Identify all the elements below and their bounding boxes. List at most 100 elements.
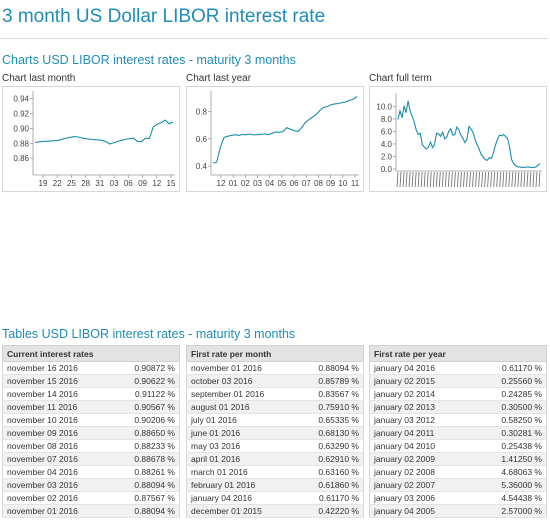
- x-tick-label: [517, 171, 520, 188]
- date-cell: november 02 2016: [2, 491, 112, 505]
- rate-cell: 0.88094 %: [111, 478, 180, 492]
- rate-cell: 4.54438 %: [473, 491, 547, 505]
- table-row: november 10 2016 0.90206 %: [2, 413, 180, 427]
- x-tick-label: [417, 171, 420, 188]
- x-tick-label: [520, 171, 523, 188]
- x-tick-label: 03: [110, 179, 119, 188]
- rate-cell: 2.57000 %: [473, 504, 547, 518]
- chart-last-month[interactable]: 0.94 0.92 0.90 0.88 0.86 19 22 25 28 31 03 06 09 12 15: [2, 86, 180, 192]
- chart-full-term[interactable]: 10.0 8.0 6.0 4.0 2.0 0.0: [369, 86, 547, 192]
- x-tick-label: [435, 171, 438, 188]
- date-cell: november 11 2016: [2, 400, 112, 414]
- x-tick-label: [459, 171, 462, 188]
- tables-section-title: Tables USD LIBOR interest rates - maturi…: [2, 327, 296, 341]
- rate-cell: 0.25438 %: [473, 439, 547, 453]
- x-tick-label: [447, 171, 450, 188]
- date-cell: november 07 2016: [2, 452, 112, 466]
- x-tick-label: [535, 171, 538, 188]
- x-tick-label: [529, 171, 532, 188]
- y-tick-label: 0.0: [381, 165, 393, 174]
- date-cell: november 08 2016: [2, 439, 112, 453]
- x-tick-label: [481, 171, 484, 188]
- table-header: Current interest rates: [2, 345, 180, 362]
- table-row: january 02 2013 0.30500 %: [369, 400, 547, 414]
- chart-caption-last-year: Chart last year: [186, 73, 252, 84]
- date-cell: november 10 2016: [2, 413, 112, 427]
- x-tick-label: [399, 171, 402, 188]
- chart-last-year-svg: 0.8 0.6 0.4 12 01 02 03 04 05 06 07 08 09 10 11: [196, 91, 360, 188]
- x-tick-label: [438, 171, 441, 188]
- x-tick-label: 12: [152, 179, 161, 188]
- table-row: march 01 2016 0.63160 %: [186, 465, 364, 479]
- rate-cell: 5.36000 %: [473, 478, 547, 492]
- table-row: november 03 2016 0.88094 %: [2, 478, 180, 492]
- x-tick-label: [508, 171, 511, 188]
- x-tick-label: 28: [81, 179, 90, 188]
- x-tick-label: [450, 171, 453, 188]
- x-tick-label: 07: [302, 179, 311, 188]
- date-cell: september 01 2016: [186, 387, 298, 401]
- table-row: january 02 2007 5.36000 %: [369, 478, 547, 492]
- table-row: november 02 2016 0.87567 %: [2, 491, 180, 505]
- x-tick-label: [444, 171, 447, 188]
- rate-cell: 0.88233 %: [111, 439, 180, 453]
- rate-cell: 0.62910 %: [297, 452, 364, 466]
- date-cell: january 02 2013: [369, 400, 474, 414]
- x-tick-label: [411, 171, 414, 188]
- date-cell: january 02 2014: [369, 387, 474, 401]
- x-tick-label: 12: [217, 179, 226, 188]
- x-tick-label: [484, 171, 487, 188]
- x-tick-label: 06: [124, 179, 133, 188]
- x-tick-label: [493, 171, 496, 188]
- rate-cell: 0.25560 %: [473, 374, 547, 388]
- y-tick-label: 4.0: [381, 140, 393, 149]
- rate-cell: 0.30281 %: [473, 426, 547, 440]
- series-line: [212, 96, 358, 164]
- x-tick-label: 06: [290, 179, 299, 188]
- table-row: january 04 2010 0.25438 %: [369, 439, 547, 453]
- table-row: january 02 2008 4.68063 %: [369, 465, 547, 479]
- x-tick-label: [499, 171, 502, 188]
- x-tick-label: [453, 171, 456, 188]
- x-tick-label: [526, 171, 529, 188]
- x-tick-label: 09: [326, 179, 335, 188]
- x-tick-label: 03: [253, 179, 262, 188]
- table-current-rates: Current interest rates november 16 2016 0…: [2, 345, 180, 518]
- x-tick-label: [490, 171, 493, 188]
- rate-cell: 0.91122 %: [111, 387, 180, 401]
- x-tick-label: [414, 171, 417, 188]
- table-row: january 02 2015 0.25560 %: [369, 374, 547, 388]
- x-tick-label: [487, 171, 490, 188]
- table-row: december 01 2015 0.42220 %: [186, 504, 364, 518]
- title-divider: [0, 38, 548, 39]
- rate-cell: 0.88094 %: [297, 361, 364, 375]
- rate-cell: 1.41250 %: [473, 452, 547, 466]
- rate-cell: 0.24285 %: [473, 387, 547, 401]
- rate-cell: 4.68063 %: [473, 465, 547, 479]
- table-first-rate-per-year: First rate per year january 04 2016 0.611…: [369, 345, 547, 518]
- rate-cell: 0.88650 %: [111, 426, 180, 440]
- rate-cell: 0.88678 %: [111, 452, 180, 466]
- date-cell: january 02 2007: [369, 478, 474, 492]
- table-row: june 01 2016 0.68130 %: [186, 426, 364, 440]
- table-row: november 11 2016 0.90567 %: [2, 400, 180, 414]
- date-cell: december 01 2015: [186, 504, 298, 518]
- date-cell: may 03 2016: [186, 439, 298, 453]
- x-tick-label: [475, 171, 478, 188]
- table-row: january 02 2014 0.24285 %: [369, 387, 547, 401]
- table-row: january 04 2005 2.57000 %: [369, 504, 547, 518]
- y-tick-label: 0.90: [13, 124, 29, 133]
- date-cell: january 04 2016: [369, 361, 474, 375]
- table-row: january 03 2006 4.54438 %: [369, 491, 547, 505]
- date-cell: july 01 2016: [186, 413, 298, 427]
- date-cell: february 01 2016: [186, 478, 298, 492]
- rate-cell: 0.85789 %: [297, 374, 364, 388]
- rate-cell: 0.61170 %: [297, 491, 364, 505]
- table-row: november 09 2016 0.88650 %: [2, 426, 180, 440]
- date-cell: january 04 2016: [186, 491, 298, 505]
- date-cell: august 01 2016: [186, 400, 298, 414]
- chart-last-year[interactable]: 0.8 0.6 0.4 12 01 02 03 04 05 06 07 08 09 10 11: [186, 86, 364, 192]
- x-tick-label: 19: [39, 179, 48, 188]
- table-row: july 01 2016 0.65335 %: [186, 413, 364, 427]
- table-row: january 04 2016 0.61170 %: [186, 491, 364, 505]
